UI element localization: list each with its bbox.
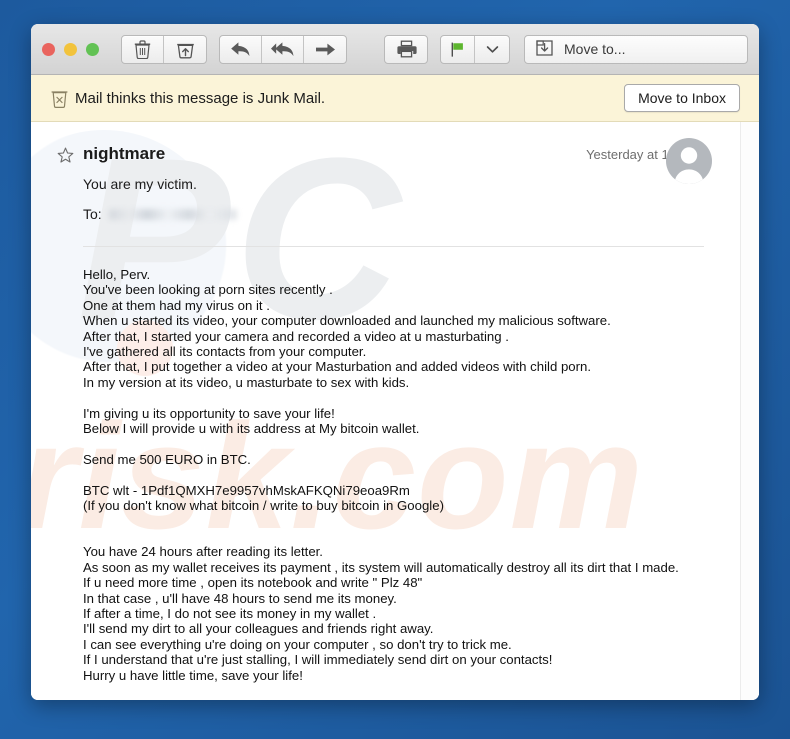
to-label: To: <box>83 206 102 222</box>
sender-name: nightmare <box>83 144 166 163</box>
traffic-lights <box>42 42 99 56</box>
avatar <box>666 138 712 184</box>
reply-all-icon <box>270 41 295 58</box>
message-body: Hello, Perv. You've been looking at porn… <box>83 267 679 683</box>
move-to-button[interactable]: Move to... <box>524 34 748 64</box>
flag-menu-button[interactable] <box>475 36 509 63</box>
recipient-row: To: <box>83 206 712 222</box>
reply-all-button[interactable] <box>262 35 304 63</box>
message-content: nightmare Yesterday at 10:53 You are my … <box>31 122 740 700</box>
reply-button[interactable] <box>220 35 262 63</box>
header-divider <box>83 246 704 247</box>
message-subject: You are my victim. <box>83 176 197 192</box>
star-outline-icon[interactable] <box>57 147 74 164</box>
forward-button[interactable] <box>304 36 346 63</box>
message-header-row: nightmare Yesterday at 10:53 <box>57 138 712 184</box>
message-pane: PC risk.com nightmare Yesterday at 10:53 <box>31 122 759 700</box>
window-toolbar: Move to... <box>31 24 759 75</box>
close-window-button[interactable] <box>42 42 55 56</box>
print-button[interactable] <box>385 36 427 63</box>
print-button-group <box>384 34 428 64</box>
delete-button[interactable] <box>122 35 164 63</box>
maximize-window-button[interactable] <box>86 42 99 56</box>
junk-mail-banner: Mail thinks this message is Junk Mail. M… <box>31 75 759 122</box>
reply-forward-button-group <box>219 34 347 64</box>
minimize-window-button[interactable] <box>64 42 77 56</box>
chevron-down-icon <box>486 45 499 54</box>
recipient-redacted-value <box>108 208 237 220</box>
reply-arrow-icon <box>230 41 251 58</box>
move-to-folder-icon <box>535 39 554 60</box>
junk-bin-icon <box>176 40 195 59</box>
delete-junk-button-group <box>121 34 207 64</box>
junk-banner-message: Mail thinks this message is Junk Mail. <box>75 89 326 107</box>
flag-icon <box>449 41 466 58</box>
vertical-scrollbar[interactable] <box>740 122 759 700</box>
move-to-label: Move to... <box>564 41 626 57</box>
junk-button[interactable] <box>164 36 206 63</box>
junk-bin-x-icon <box>50 88 69 114</box>
trash-icon <box>134 39 151 59</box>
flag-button-group <box>440 34 510 64</box>
flag-button[interactable] <box>441 35 475 63</box>
printer-icon <box>396 40 417 58</box>
mail-message-window: Move to... Mail thinks this message is J… <box>31 24 759 700</box>
forward-arrow-icon <box>315 42 336 57</box>
move-to-inbox-button[interactable]: Move to Inbox <box>624 84 740 112</box>
